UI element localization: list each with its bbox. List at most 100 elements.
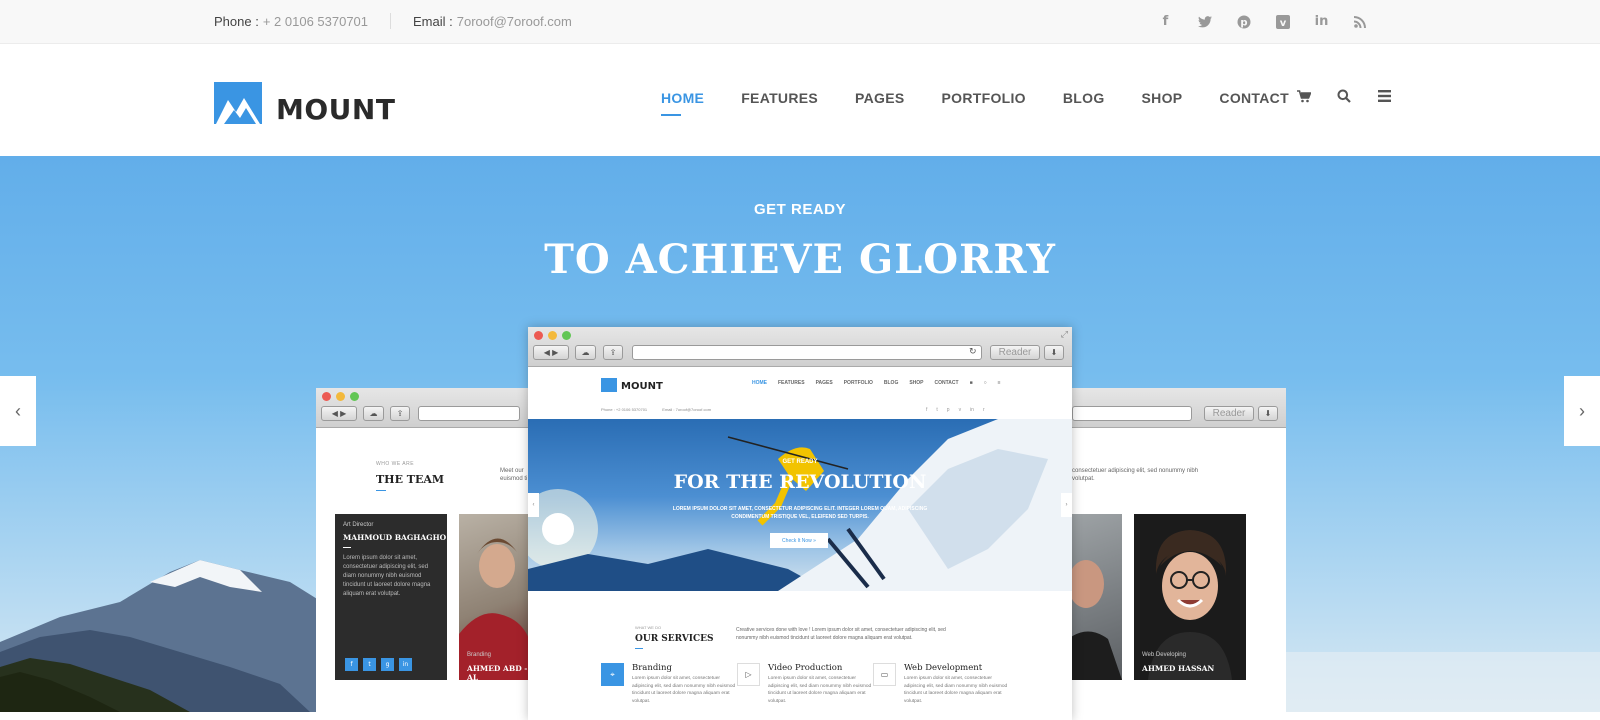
email-value[interactable]: 7oroof@7oroof.com: [457, 14, 572, 29]
play-icon: ▷: [737, 663, 760, 686]
twitter-icon[interactable]: t: [936, 407, 937, 413]
cart-icon[interactable]: [1296, 88, 1312, 104]
reader-button[interactable]: Reader: [990, 345, 1040, 360]
contact-info: Phone : + 2 0106 5370701 Email : 7oroof@…: [214, 13, 572, 29]
linkedin-icon[interactable]: in: [399, 658, 412, 671]
mini-nav-contact[interactable]: CONTACT: [935, 380, 959, 386]
check-it-now-button[interactable]: Check It Now »: [770, 533, 828, 548]
title-underline: [635, 648, 643, 649]
service-text: Lorem ipsum dolor sit amet, consectetuer…: [768, 676, 872, 704]
vimeo-icon[interactable]: v: [959, 407, 962, 413]
services-kicker: WHAT WE DO: [635, 625, 662, 630]
url-bar-right[interactable]: [1072, 406, 1192, 421]
reader-button[interactable]: Reader: [1204, 406, 1254, 421]
social-links: f p v in: [1156, 12, 1370, 31]
mini-logo[interactable]: MOUNT: [601, 377, 663, 392]
phone-value[interactable]: + 2 0106 5370701: [263, 14, 368, 29]
linkedin-icon[interactable]: in: [1312, 12, 1331, 31]
url-bar[interactable]: [632, 345, 982, 360]
share-icon[interactable]: ⇪: [603, 345, 623, 360]
menu-icon[interactable]: [1376, 88, 1392, 104]
nav-pages[interactable]: PAGES: [855, 90, 904, 106]
team-intro-right: consectetuer adipiscing elit, sed nonumm…: [1072, 468, 1199, 474]
email-label: Email :: [413, 13, 453, 29]
cloud-icon[interactable]: ☁: [575, 345, 596, 360]
team-card[interactable]: [1068, 514, 1122, 680]
mini-nav-pages[interactable]: PAGES: [816, 380, 833, 386]
team-card[interactable]: Branding AHMED ABD - AL: [459, 514, 529, 680]
mini-nav-home[interactable]: HOME: [752, 380, 767, 386]
linkedin-icon[interactable]: in: [970, 407, 974, 413]
mini-search-icon[interactable]: ○: [984, 380, 987, 386]
reload-icon[interactable]: ↻: [969, 346, 977, 357]
minimize-dot[interactable]: [336, 392, 345, 401]
search-icon[interactable]: [1336, 88, 1352, 104]
team-card[interactable]: Art Director MAHMOUD BAGHAGHO Lorem ipsu…: [335, 514, 447, 680]
maximize-dot[interactable]: [350, 392, 359, 401]
nav-features[interactable]: FEATURES: [741, 90, 818, 106]
nav-portfolio[interactable]: PORTFOLIO: [942, 90, 1026, 106]
twitter-icon[interactable]: [1195, 12, 1214, 31]
mini-nav: HOME FEATURES PAGES PORTFOLIO BLOG SHOP …: [752, 380, 1001, 386]
pinterest-icon[interactable]: p: [947, 407, 950, 413]
mini-nav-blog[interactable]: BLOG: [884, 380, 898, 386]
twitter-icon[interactable]: t: [363, 658, 376, 671]
fullscreen-icon[interactable]: ⤢: [1061, 329, 1068, 340]
mini-hero-title: FOR THE REVOLUTION: [673, 471, 927, 493]
name-underline: [343, 547, 351, 548]
mini-prev-button[interactable]: ‹: [528, 493, 539, 517]
nav-home[interactable]: HOME: [661, 90, 704, 116]
back-forward-buttons[interactable]: ◀ ▶: [533, 345, 569, 360]
rss-icon[interactable]: [1351, 12, 1370, 31]
maximize-dot[interactable]: [562, 331, 571, 340]
nav-shop[interactable]: SHOP: [1142, 90, 1183, 106]
services-intro: Creative services done with love ! Lorem…: [736, 627, 946, 641]
hero-title: TO ACHIEVE GLORRY: [544, 236, 1056, 283]
minimize-dot[interactable]: [548, 331, 557, 340]
rss-icon[interactable]: r: [983, 407, 985, 413]
nav-contact[interactable]: CONTACT: [1219, 90, 1289, 106]
mini-logo-mark: [601, 377, 617, 392]
service-text: Lorem ipsum dolor sit amet, consectetuer…: [904, 676, 1008, 704]
pinterest-icon[interactable]: p: [1234, 12, 1253, 31]
phone-label: Phone :: [214, 13, 259, 29]
mini-nav-features[interactable]: FEATURES: [778, 380, 805, 386]
logo-mark: [214, 81, 262, 124]
pin-icon: ⌖: [601, 663, 624, 686]
mini-hero-text: LOREM IPSUM DOLOR SIT AMET, CONSECTETUR …: [672, 506, 928, 520]
url-bar[interactable]: [418, 406, 520, 421]
mini-logo-text: MOUNT: [621, 381, 663, 392]
member-name: AHMED HASSAN: [1142, 664, 1215, 673]
mini-menu-icon[interactable]: ≡: [998, 380, 1001, 386]
mini-cart-icon[interactable]: ■: [970, 380, 973, 386]
mini-hero: GET READY FOR THE REVOLUTION LOREM IPSUM…: [528, 419, 1072, 591]
download-icon[interactable]: ⬇: [1258, 406, 1278, 421]
mini-nav-shop[interactable]: SHOP: [909, 380, 923, 386]
team-intro-right-2: volutpat.: [1072, 476, 1095, 482]
facebook-icon[interactable]: f: [1156, 12, 1175, 31]
nav-blog[interactable]: BLOG: [1063, 90, 1105, 106]
googleplus-icon[interactable]: g: [381, 658, 394, 671]
slider-next-button[interactable]: ›: [1564, 376, 1600, 446]
mini-nav-portfolio[interactable]: PORTFOLIO: [844, 380, 873, 386]
member-name: AHMED ABD - AL: [467, 664, 528, 680]
facebook-icon[interactable]: f: [926, 407, 927, 413]
logo[interactable]: MOUNT: [214, 79, 395, 126]
share-icon[interactable]: ⇪: [390, 406, 410, 421]
browser-toolbar: ⤢ ◀ ▶ ☁ ⇪ ↻ Reader ⬇: [528, 327, 1072, 367]
facebook-icon[interactable]: f: [345, 658, 358, 671]
service-title: Web Development: [904, 663, 983, 673]
mini-contact: Phone : +2 0106 5370701 Email : 7oroof@7…: [601, 407, 711, 412]
vimeo-icon[interactable]: v: [1273, 12, 1292, 31]
slider-prev-button[interactable]: ‹: [0, 376, 36, 446]
close-dot[interactable]: [534, 331, 543, 340]
back-forward-buttons[interactable]: ◀ ▶: [321, 406, 357, 421]
cloud-icon[interactable]: ☁: [363, 406, 384, 421]
member-role: Web Developing: [1142, 652, 1186, 658]
mini-next-button[interactable]: ›: [1061, 493, 1072, 517]
member-photo: [1068, 560, 1122, 680]
close-dot[interactable]: [322, 392, 331, 401]
download-icon[interactable]: ⬇: [1044, 345, 1064, 360]
team-card[interactable]: Web Developing AHMED HASSAN: [1134, 514, 1246, 680]
service-title: Video Production: [768, 663, 843, 673]
